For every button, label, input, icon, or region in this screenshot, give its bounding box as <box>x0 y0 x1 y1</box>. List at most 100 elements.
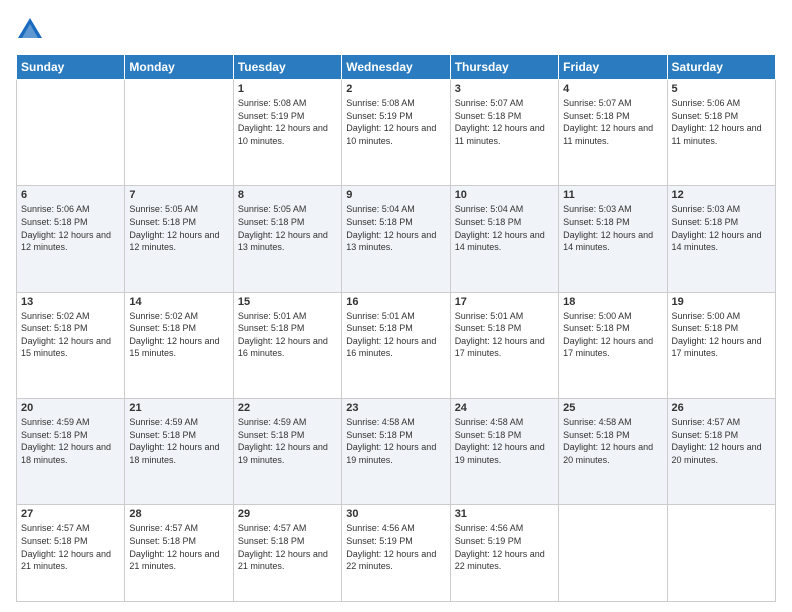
day-number: 29 <box>238 508 337 520</box>
calendar-cell: 28Sunrise: 4:57 AM Sunset: 5:18 PM Dayli… <box>125 505 233 602</box>
calendar-cell: 11 Sunrise: 5:03 AM Sunset: 5:18 PM Dayli… <box>559 186 667 292</box>
day-of-week-header: Saturday <box>667 55 775 80</box>
day-number: 20 <box>21 402 120 414</box>
calendar-cell: 18Sunrise: 5:00 AM Sunset: 5:18 PM Dayli… <box>559 292 667 398</box>
day-info: Sunrise: 5:02 AM Sunset: 5:18 PM Dayligh… <box>21 310 120 360</box>
day-info: Sunrise: 5:00 AM Sunset: 5:18 PM Dayligh… <box>672 310 771 360</box>
day-number: 30 <box>346 508 445 520</box>
day-info: Sunrise: 4:57 AM Sunset: 5:18 PM Dayligh… <box>129 522 228 572</box>
calendar-cell: 27 Sunrise: 4:57 AM Sunset: 5:18 PM Dayli… <box>17 505 125 602</box>
header <box>16 16 776 44</box>
day-number: 27 <box>21 508 120 520</box>
day-info: Sunrise: 4:57 AM Sunset: 5:18 PM Dayligh… <box>672 416 771 466</box>
day-info: Sunrise: 5:02 AM Sunset: 5:18 PM Dayligh… <box>129 310 228 360</box>
calendar-week-row: 6Sunrise: 5:06 AM Sunset: 5:18 PM Daylig… <box>17 186 776 292</box>
day-info: Sunrise: 5:03 AM Sunset: 5:18 PM Dayligh… <box>672 203 771 253</box>
calendar-week-row: 1 Sunrise: 5:08 AM Sunset: 5:19 PM Daylig… <box>17 80 776 186</box>
day-info: Sunrise: 4:58 AM Sunset: 5:18 PM Dayligh… <box>563 416 662 466</box>
day-number: 6 <box>21 189 120 201</box>
day-of-week-header: Tuesday <box>233 55 341 80</box>
day-info: Sunrise: 4:59 AM Sunset: 5:18 PM Dayligh… <box>238 416 337 466</box>
day-number: 24 <box>455 402 554 414</box>
day-info: Sunrise: 4:58 AM Sunset: 5:18 PM Dayligh… <box>346 416 445 466</box>
day-info: Sunrise: 5:01 AM Sunset: 5:18 PM Dayligh… <box>238 310 337 360</box>
day-info: Sunrise: 4:59 AM Sunset: 5:18 PM Dayligh… <box>129 416 228 466</box>
calendar-cell: 29Sunrise: 4:57 AM Sunset: 5:18 PM Dayli… <box>233 505 341 602</box>
logo <box>16 16 48 44</box>
day-number: 23 <box>346 402 445 414</box>
day-of-week-header: Wednesday <box>342 55 450 80</box>
calendar-cell: 15 Sunrise: 5:01 AM Sunset: 5:18 PM Dayli… <box>233 292 341 398</box>
calendar-cell: 20 Sunrise: 4:59 AM Sunset: 5:18 PM Dayli… <box>17 398 125 504</box>
day-of-week-header: Monday <box>125 55 233 80</box>
day-number: 19 <box>672 296 771 308</box>
day-number: 25 <box>563 402 662 414</box>
calendar: SundayMondayTuesdayWednesdayThursdayFrid… <box>16 54 776 602</box>
day-number: 13 <box>21 296 120 308</box>
day-info: Sunrise: 5:01 AM Sunset: 5:18 PM Dayligh… <box>455 310 554 360</box>
day-info: Sunrise: 5:07 AM Sunset: 5:18 PM Dayligh… <box>563 97 662 147</box>
calendar-cell <box>559 505 667 602</box>
day-info: Sunrise: 5:05 AM Sunset: 5:18 PM Dayligh… <box>129 203 228 253</box>
day-info: Sunrise: 5:08 AM Sunset: 5:19 PM Dayligh… <box>346 97 445 147</box>
day-info: Sunrise: 5:04 AM Sunset: 5:18 PM Dayligh… <box>455 203 554 253</box>
calendar-cell: 10 Sunrise: 5:04 AM Sunset: 5:18 PM Dayli… <box>450 186 558 292</box>
calendar-cell <box>667 505 775 602</box>
day-number: 31 <box>455 508 554 520</box>
calendar-cell: 3 Sunrise: 5:07 AM Sunset: 5:18 PM Daylig… <box>450 80 558 186</box>
calendar-cell: 21Sunrise: 4:59 AM Sunset: 5:18 PM Dayli… <box>125 398 233 504</box>
calendar-cell: 8 Sunrise: 5:05 AM Sunset: 5:18 PM Daylig… <box>233 186 341 292</box>
day-number: 10 <box>455 189 554 201</box>
calendar-cell: 25 Sunrise: 4:58 AM Sunset: 5:18 PM Dayli… <box>559 398 667 504</box>
calendar-cell <box>17 80 125 186</box>
day-number: 12 <box>672 189 771 201</box>
day-number: 22 <box>238 402 337 414</box>
calendar-cell: 19 Sunrise: 5:00 AM Sunset: 5:18 PM Dayli… <box>667 292 775 398</box>
day-of-week-header: Friday <box>559 55 667 80</box>
day-info: Sunrise: 4:56 AM Sunset: 5:19 PM Dayligh… <box>455 522 554 572</box>
day-number: 14 <box>129 296 228 308</box>
calendar-header-row: SundayMondayTuesdayWednesdayThursdayFrid… <box>17 55 776 80</box>
day-of-week-header: Thursday <box>450 55 558 80</box>
calendar-week-row: 27 Sunrise: 4:57 AM Sunset: 5:18 PM Dayli… <box>17 505 776 602</box>
day-info: Sunrise: 5:03 AM Sunset: 5:18 PM Dayligh… <box>563 203 662 253</box>
calendar-cell: 6Sunrise: 5:06 AM Sunset: 5:18 PM Daylig… <box>17 186 125 292</box>
calendar-cell: 5 Sunrise: 5:06 AM Sunset: 5:18 PM Daylig… <box>667 80 775 186</box>
calendar-cell: 14 Sunrise: 5:02 AM Sunset: 5:18 PM Dayli… <box>125 292 233 398</box>
day-number: 16 <box>346 296 445 308</box>
day-number: 1 <box>238 83 337 95</box>
day-info: Sunrise: 4:59 AM Sunset: 5:18 PM Dayligh… <box>21 416 120 466</box>
day-number: 5 <box>672 83 771 95</box>
day-info: Sunrise: 4:56 AM Sunset: 5:19 PM Dayligh… <box>346 522 445 572</box>
day-number: 17 <box>455 296 554 308</box>
calendar-week-row: 13 Sunrise: 5:02 AM Sunset: 5:18 PM Dayli… <box>17 292 776 398</box>
calendar-cell: 24 Sunrise: 4:58 AM Sunset: 5:18 PM Dayli… <box>450 398 558 504</box>
day-info: Sunrise: 4:58 AM Sunset: 5:18 PM Dayligh… <box>455 416 554 466</box>
day-number: 7 <box>129 189 228 201</box>
calendar-cell: 13 Sunrise: 5:02 AM Sunset: 5:18 PM Dayli… <box>17 292 125 398</box>
day-info: Sunrise: 5:06 AM Sunset: 5:18 PM Dayligh… <box>672 97 771 147</box>
day-info: Sunrise: 5:07 AM Sunset: 5:18 PM Dayligh… <box>455 97 554 147</box>
calendar-week-row: 20 Sunrise: 4:59 AM Sunset: 5:18 PM Dayli… <box>17 398 776 504</box>
day-number: 4 <box>563 83 662 95</box>
calendar-cell: 1 Sunrise: 5:08 AM Sunset: 5:19 PM Daylig… <box>233 80 341 186</box>
day-info: Sunrise: 5:00 AM Sunset: 5:18 PM Dayligh… <box>563 310 662 360</box>
day-number: 8 <box>238 189 337 201</box>
calendar-cell: 7 Sunrise: 5:05 AM Sunset: 5:18 PM Daylig… <box>125 186 233 292</box>
calendar-cell: 31 Sunrise: 4:56 AM Sunset: 5:19 PM Dayli… <box>450 505 558 602</box>
calendar-cell: 30 Sunrise: 4:56 AM Sunset: 5:19 PM Dayli… <box>342 505 450 602</box>
calendar-cell: 17 Sunrise: 5:01 AM Sunset: 5:18 PM Dayli… <box>450 292 558 398</box>
day-info: Sunrise: 4:57 AM Sunset: 5:18 PM Dayligh… <box>21 522 120 572</box>
calendar-cell: 12 Sunrise: 5:03 AM Sunset: 5:18 PM Dayli… <box>667 186 775 292</box>
calendar-cell: 4 Sunrise: 5:07 AM Sunset: 5:18 PM Daylig… <box>559 80 667 186</box>
day-number: 2 <box>346 83 445 95</box>
day-number: 15 <box>238 296 337 308</box>
day-number: 3 <box>455 83 554 95</box>
day-info: Sunrise: 5:05 AM Sunset: 5:18 PM Dayligh… <box>238 203 337 253</box>
day-number: 11 <box>563 189 662 201</box>
calendar-cell: 2 Sunrise: 5:08 AM Sunset: 5:19 PM Daylig… <box>342 80 450 186</box>
calendar-cell: 26Sunrise: 4:57 AM Sunset: 5:18 PM Dayli… <box>667 398 775 504</box>
page: SundayMondayTuesdayWednesdayThursdayFrid… <box>0 0 792 612</box>
day-of-week-header: Sunday <box>17 55 125 80</box>
day-info: Sunrise: 5:08 AM Sunset: 5:19 PM Dayligh… <box>238 97 337 147</box>
